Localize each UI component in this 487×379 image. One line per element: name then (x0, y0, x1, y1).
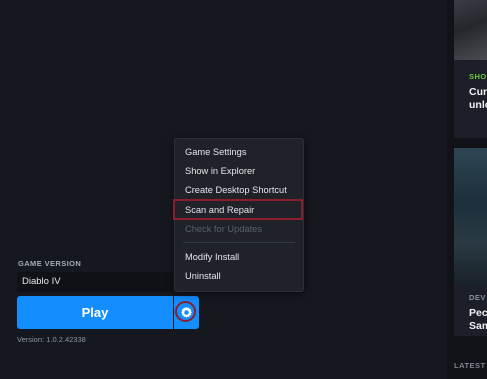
section-label-latest: LATEST (454, 361, 486, 370)
menu-item-label: Scan and Repair (185, 205, 255, 215)
news-card-image (454, 0, 487, 60)
play-button-group: Play (17, 296, 199, 329)
play-button-label: Play (81, 305, 109, 320)
play-button[interactable]: Play (17, 296, 173, 329)
menu-item-game-settings[interactable]: Game Settings (175, 144, 303, 162)
game-options-menu: Game Settings Show in Explorer Create De… (173, 138, 304, 292)
gear-icon (181, 306, 192, 318)
menu-item-scan-and-repair[interactable]: Scan and Repair (173, 199, 303, 220)
news-card-title: unlo (469, 99, 487, 111)
menu-item-uninstall[interactable]: Uninstall (175, 268, 303, 286)
news-card-tag: DEV (469, 293, 486, 302)
menu-item-create-desktop-shortcut[interactable]: Create Desktop Shortcut (175, 182, 303, 200)
menu-item-label: Uninstall (185, 271, 221, 281)
menu-divider (183, 242, 295, 243)
game-version-value: Diablo IV (22, 276, 61, 287)
news-card-title: Cur (469, 86, 487, 98)
menu-item-label: Create Desktop Shortcut (185, 185, 287, 195)
news-card[interactable] (454, 0, 487, 138)
game-version-select[interactable]: Diablo IV (17, 272, 173, 292)
menu-item-label: Show in Explorer (185, 166, 256, 176)
menu-item-label: Game Settings (185, 147, 247, 157)
news-card-title: Sam (469, 320, 487, 332)
news-card-tag: SHO (469, 72, 487, 81)
news-card-image (454, 148, 487, 284)
version-text: Version: 1.0.2.42338 (17, 335, 86, 344)
menu-item-label: Modify Install (185, 252, 240, 262)
game-version-label: GAME VERSION (18, 259, 82, 268)
menu-item-modify-install[interactable]: Modify Install (175, 249, 303, 267)
news-card-title: Pec (469, 307, 487, 319)
game-options-button[interactable] (174, 296, 199, 329)
app-window: SHO Cur unlo DEV Pec Sam LATEST GAME VER… (0, 0, 487, 379)
menu-item-show-in-explorer[interactable]: Show in Explorer (175, 163, 303, 181)
menu-item-check-for-updates: Check for Updates (175, 221, 303, 239)
menu-item-label: Check for Updates (185, 224, 262, 234)
